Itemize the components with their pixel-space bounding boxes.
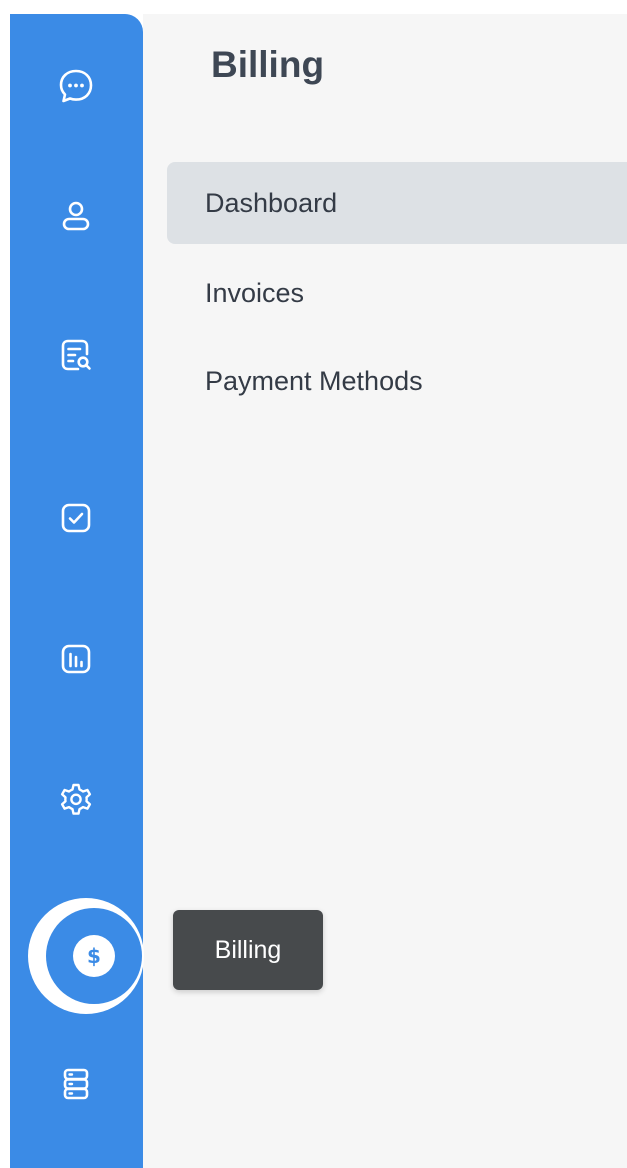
sidebar-item-users[interactable] (56, 196, 96, 236)
app: Billing Dashboard Invoices Payment Metho… (0, 0, 627, 1168)
menu-item-dashboard[interactable]: Dashboard (167, 162, 627, 244)
menu-item-label: Invoices (205, 277, 305, 308)
chat-bubble-icon (59, 69, 93, 103)
gear-icon (60, 783, 92, 815)
dollar-icon: $ (73, 935, 115, 977)
sidebar-item-reports[interactable] (56, 335, 96, 375)
server-icon (63, 1068, 89, 1100)
menu-item-invoices[interactable]: Invoices (167, 252, 627, 334)
page-title: Billing (211, 44, 325, 85)
menu-item-label: Payment Methods (205, 365, 423, 396)
tooltip: Billing (173, 910, 323, 990)
checkbox-icon (61, 503, 91, 533)
sidebar-item-chat[interactable] (56, 66, 96, 106)
tooltip-text: Billing (214, 935, 282, 964)
menu-item-payment-methods[interactable]: Payment Methods (167, 340, 627, 422)
sidebar-item-analytics[interactable] (56, 639, 96, 679)
sidebar-item-tasks[interactable] (56, 498, 96, 538)
sidebar-item-settings[interactable] (56, 780, 96, 820)
billing-panel: Billing Dashboard Invoices Payment Metho… (143, 14, 627, 1168)
menu-item-label: Dashboard (205, 187, 338, 218)
sidebar-item-billing[interactable]: $ (46, 908, 142, 1004)
user-icon (62, 201, 90, 231)
bar-chart-icon (61, 644, 91, 674)
document-search-icon (61, 339, 91, 371)
sidebar-item-database[interactable] (56, 1064, 96, 1104)
